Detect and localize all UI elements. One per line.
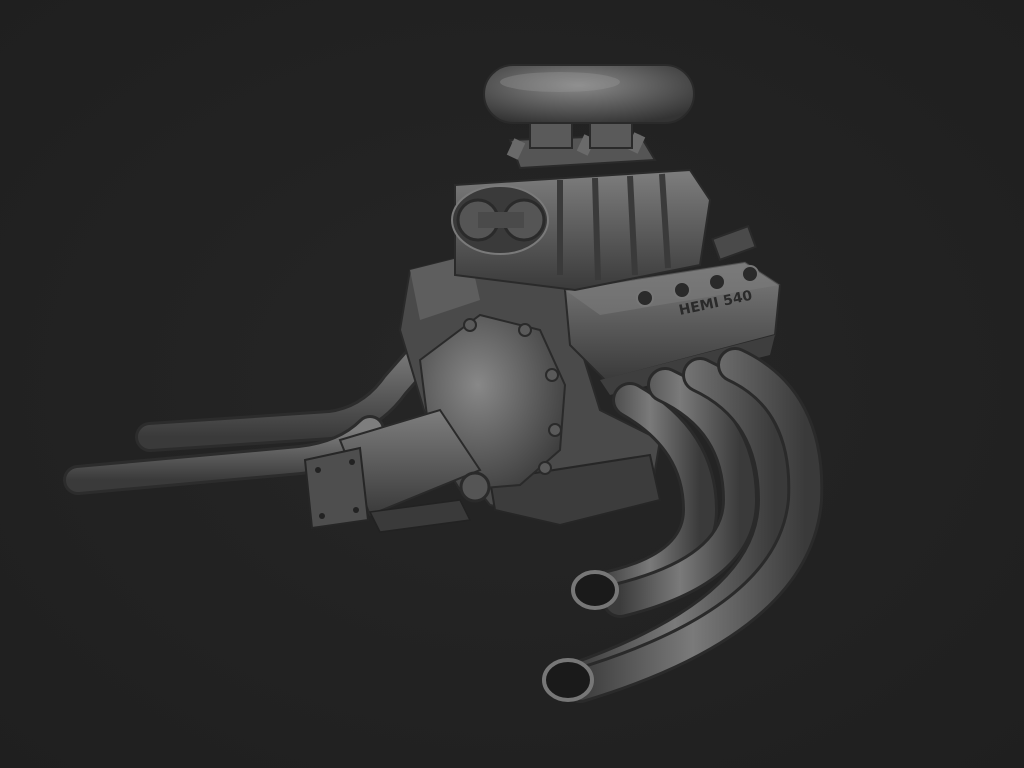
rear-flange [303, 446, 370, 530]
supercharger [451, 132, 712, 292]
air-scoop [483, 64, 695, 124]
render-viewport: HEMI 540 [0, 0, 1024, 768]
right-exhaust-headers [557, 347, 824, 703]
distributor [711, 224, 757, 262]
bolt-icon [708, 273, 726, 291]
bolt-icon [741, 265, 759, 283]
idler-pulley [459, 471, 491, 503]
bolt-icon [673, 281, 691, 299]
bolt-icon [636, 289, 654, 307]
engine-illustration: HEMI 540 [63, 64, 824, 703]
